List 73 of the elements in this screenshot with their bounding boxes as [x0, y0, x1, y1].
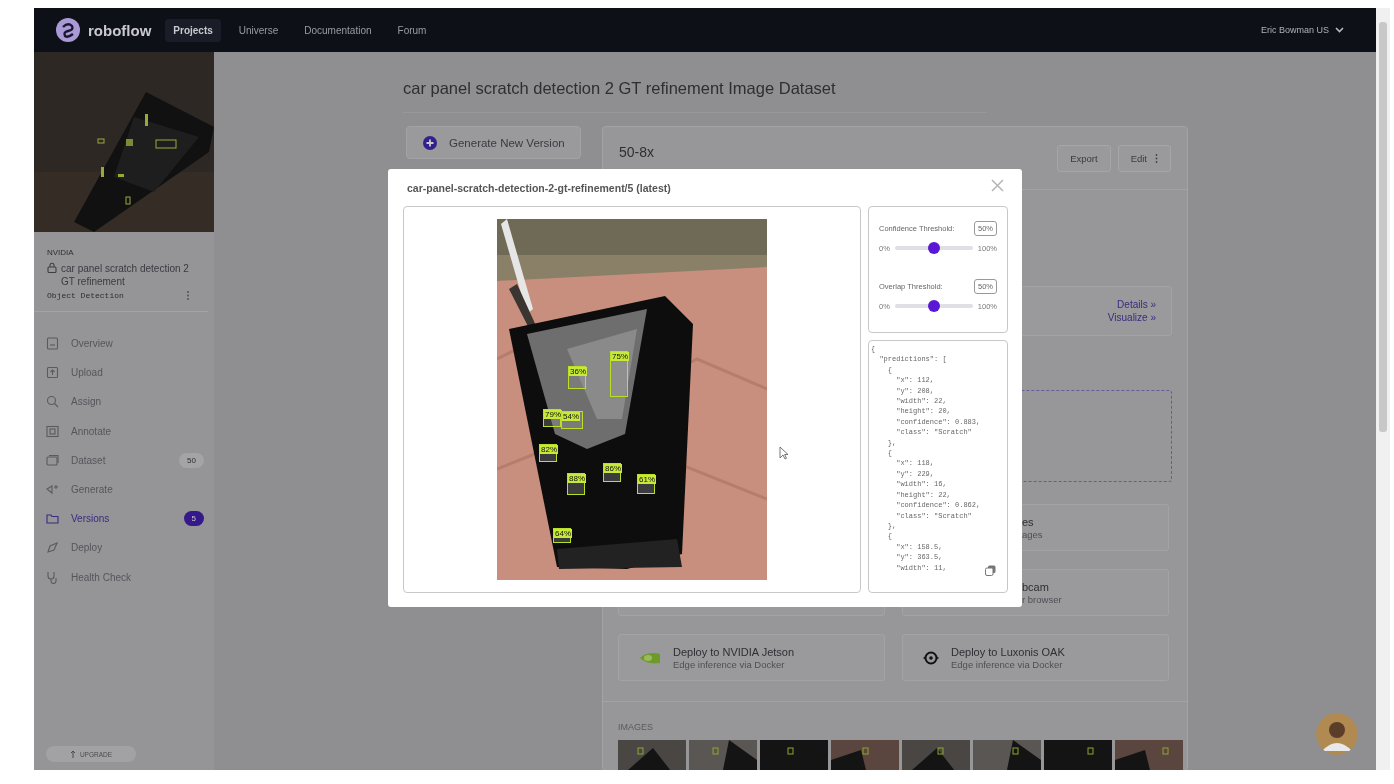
user-menu[interactable]: Eric Bowman US — [1254, 24, 1350, 36]
export-button[interactable]: Export — [1057, 144, 1111, 172]
pointer-icon — [779, 446, 789, 460]
count-badge: 50 — [179, 452, 204, 468]
link[interactable]: Details » — [1117, 299, 1156, 310]
target-icon — [923, 649, 939, 666]
workspace-name: NVIDIA — [47, 248, 75, 257]
sidebar-icon — [46, 395, 59, 409]
close-icon[interactable] — [991, 179, 1004, 192]
sidebar-icon — [46, 366, 59, 380]
sidebar-item[interactable]: Overview — [46, 329, 204, 359]
version-name: 50-8x — [619, 144, 655, 160]
sidebar-icon — [46, 483, 59, 497]
sidebar-icon — [46, 512, 59, 526]
detection-box: 64% — [553, 528, 571, 543]
card-title: Deploy to NVIDIA Jetson — [673, 645, 795, 658]
card-title: Deploy to Luxonis OAK — [951, 645, 1065, 658]
edit-button[interactable]: Edit — [1117, 144, 1171, 172]
card-subtitle: Edge inference via Docker — [951, 658, 1064, 670]
card-title: bcam — [1022, 580, 1050, 593]
sidebar-item[interactable]: Health Check — [46, 562, 204, 592]
sidebar-icon — [46, 541, 59, 555]
detection-box: 36% — [568, 366, 586, 389]
logo-icon — [56, 18, 80, 42]
slider-thumb[interactable] — [927, 242, 940, 254]
more-icon — [1155, 153, 1158, 163]
section-label: IMAGES — [618, 722, 654, 732]
dialog-title: car-panel-scratch-detection-2-gt-refinement/5 (latest) — [407, 181, 671, 194]
detection-box: 54% — [561, 411, 583, 429]
copy-icon[interactable] — [985, 565, 996, 576]
detection-box: 88% — [567, 473, 585, 495]
more-icon[interactable] — [186, 290, 190, 301]
sidebar-icon — [46, 424, 59, 438]
card-subtitle: Edge inference via Docker — [673, 658, 786, 670]
sidebar-item[interactable]: Generate — [46, 474, 204, 505]
sidebar-icon — [46, 337, 59, 351]
deploy-card[interactable]: Deploy to NVIDIA Jetson Edge inference via Docker — [618, 634, 885, 681]
detection-box: 86% — [603, 463, 621, 482]
sidebar-item[interactable]: Annotate — [46, 416, 204, 446]
link[interactable]: Visualize » — [1107, 312, 1156, 323]
arrow-up-icon — [69, 750, 76, 758]
generate-version-button[interactable]: Generate New Version — [406, 126, 581, 159]
avatar[interactable] — [1316, 713, 1358, 755]
nav-tab[interactable]: Universe — [230, 18, 287, 42]
eye-logo-icon — [639, 650, 661, 665]
slider-thumb[interactable] — [927, 300, 940, 312]
card-title: es — [1022, 515, 1035, 528]
sidebar-item[interactable]: Dataset 50 — [46, 445, 204, 475]
scrollbar[interactable] — [1376, 8, 1390, 770]
nav-tab[interactable]: Documentation — [296, 18, 380, 42]
sidebar-item[interactable]: Assign — [46, 387, 204, 417]
detection-box: 79% — [543, 409, 561, 427]
plus-icon — [423, 135, 437, 150]
nav-tab[interactable]: Forum — [389, 18, 435, 42]
count-badge: 5 — [183, 511, 204, 527]
sidebar-item[interactable]: Upload — [46, 358, 204, 388]
chevron-icon — [1335, 27, 1344, 33]
project-type: Object Detection — [47, 291, 124, 300]
sidebar-item[interactable]: Deploy — [46, 533, 204, 563]
detection-box: 61% — [637, 474, 655, 494]
deploy-card[interactable]: Deploy to Luxonis OAK Edge inference via Docker — [902, 634, 1169, 681]
sidebar-icon — [46, 453, 59, 467]
page-title: car panel scratch detection 2 GT refinement Image Dataset — [403, 79, 987, 113]
lock-icon — [47, 262, 57, 273]
detection-box: 82% — [539, 444, 557, 462]
sidebar-item[interactable]: Versions 5 — [46, 504, 204, 534]
brand-name[interactable]: roboflow — [88, 21, 152, 39]
nav-tab[interactable]: Projects — [165, 18, 221, 42]
card-subtitle: ages — [1022, 528, 1043, 540]
sidebar-icon — [46, 570, 59, 584]
card-subtitle: r browser — [1022, 593, 1062, 605]
detection-box: 75% — [610, 351, 628, 397]
project-name: car panel scratch detection 2 GT refinement — [61, 262, 190, 288]
